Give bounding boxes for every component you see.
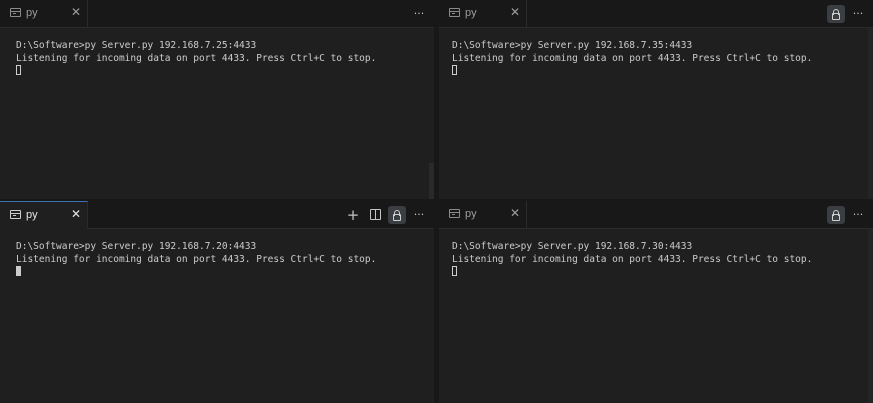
close-icon[interactable]: ✕	[71, 5, 81, 19]
terminal-prompt-line: D:\Software>py Server.py 192.168.7.30:44…	[452, 241, 693, 252]
plus-icon[interactable]: +	[344, 206, 362, 224]
tab-py[interactable]: py ✕	[0, 0, 88, 27]
tab-actions: ···	[410, 4, 428, 23]
terminal-output[interactable]: D:\Software>py Server.py 192.168.7.25:44…	[16, 40, 376, 79]
terminal-cursor	[452, 65, 457, 76]
tab-actions: + ···	[344, 205, 428, 224]
close-icon[interactable]: ✕	[510, 206, 520, 220]
terminal-icon	[10, 210, 21, 219]
close-icon[interactable]: ✕	[510, 5, 520, 19]
more-actions-icon[interactable]: ···	[410, 5, 428, 23]
terminal-output-line: Listening for incoming data on port 4433…	[452, 253, 813, 265]
more-actions-icon[interactable]: ···	[410, 206, 428, 224]
terminal-prompt-line: D:\Software>py Server.py 192.168.7.20:44…	[16, 241, 257, 252]
more-actions-icon[interactable]: ···	[849, 5, 867, 23]
terminal-output[interactable]: D:\Software>py Server.py 192.168.7.35:44…	[452, 40, 812, 79]
tab-bar: py ✕ + ···	[0, 201, 434, 229]
more-actions-icon[interactable]: ···	[849, 206, 867, 224]
tab-label: py	[465, 7, 477, 19]
terminal-output-line: Listening for incoming data on port 4433…	[452, 52, 813, 64]
terminal-pane-bottom-left[interactable]: py ✕ + ··· D:\Software>py Server.py 192.…	[0, 201, 434, 403]
split-editor-icon[interactable]	[366, 206, 384, 224]
terminal-pane-bottom-right[interactable]: py ✕ ··· D:\Software>py Server.py 192.16…	[439, 201, 873, 403]
tab-bar: py ✕ ···	[439, 0, 873, 28]
terminal-output[interactable]: D:\Software>py Server.py 192.168.7.30:44…	[452, 241, 812, 280]
pane-divider-vertical[interactable]	[434, 0, 439, 403]
tab-label: py	[26, 7, 38, 19]
tab-py-active[interactable]: py ✕	[0, 201, 88, 229]
lock-icon[interactable]	[827, 205, 845, 224]
tab-bar: py ✕ ···	[439, 201, 873, 229]
terminal-cursor	[16, 266, 21, 277]
terminal-icon	[449, 8, 460, 17]
tab-py[interactable]: py ✕	[439, 0, 527, 27]
scrollbar[interactable]	[868, 229, 873, 403]
terminal-icon	[449, 209, 460, 218]
tab-actions: ···	[827, 4, 867, 23]
terminal-prompt-line: D:\Software>py Server.py 192.168.7.35:44…	[452, 40, 693, 51]
terminal-output-line: Listening for incoming data on port 4433…	[16, 52, 377, 64]
terminal-pane-top-left[interactable]: py ✕ ··· D:\Software>py Server.py 192.16…	[0, 0, 434, 199]
pane-divider-horizontal[interactable]	[0, 199, 873, 201]
terminal-cursor	[452, 266, 457, 277]
terminal-pane-top-right[interactable]: py ✕ ··· D:\Software>py Server.py 192.16…	[439, 0, 873, 199]
terminal-output[interactable]: D:\Software>py Server.py 192.168.7.20:44…	[16, 241, 376, 280]
terminal-prompt-line: D:\Software>py Server.py 192.168.7.25:44…	[16, 40, 257, 51]
terminal-cursor	[16, 65, 21, 76]
lock-icon[interactable]	[827, 4, 845, 23]
lock-icon[interactable]	[388, 205, 406, 224]
tab-label: py	[26, 209, 38, 221]
terminal-icon	[10, 8, 21, 17]
terminal-output-line: Listening for incoming data on port 4433…	[16, 253, 377, 265]
scrollbar[interactable]	[868, 28, 873, 199]
close-icon[interactable]: ✕	[71, 207, 81, 221]
tab-bar: py ✕ ···	[0, 0, 434, 28]
terminal-grid: py ✕ ··· D:\Software>py Server.py 192.16…	[0, 0, 873, 403]
tab-actions: ···	[827, 205, 867, 224]
tab-py[interactable]: py ✕	[439, 201, 527, 228]
tab-label: py	[465, 208, 477, 220]
